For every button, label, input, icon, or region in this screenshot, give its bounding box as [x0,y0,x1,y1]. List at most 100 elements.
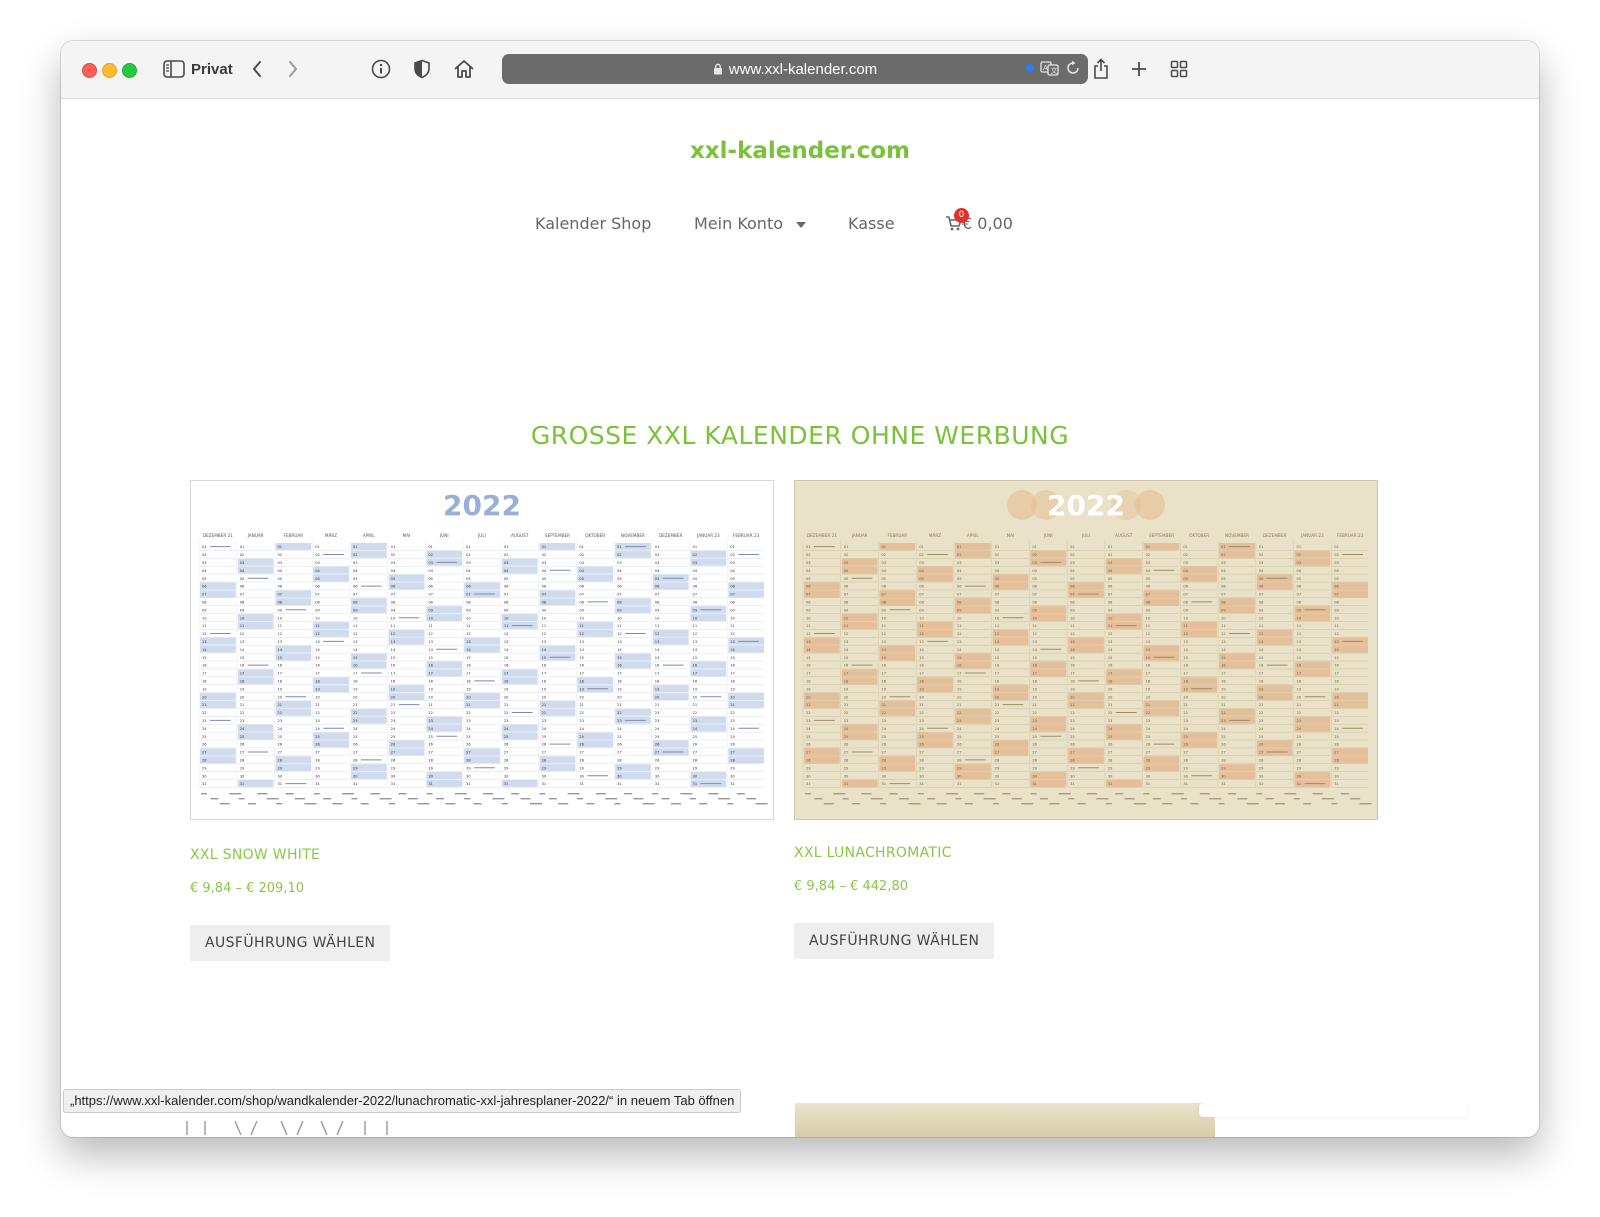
day-number: 19 [995,687,1000,691]
day-number: 07 [1032,593,1037,597]
day-number: 06 [881,585,886,589]
day-number: 12 [504,632,509,636]
day-number: 29 [1221,766,1226,770]
back-button[interactable] [247,55,267,83]
minimize-window-button[interactable] [102,63,117,78]
day-number: 05 [277,577,282,581]
select-options-button[interactable]: AUSFÜHRUNG WÄHLEN [190,925,391,961]
day-number: 14 [806,648,811,652]
day-number: 02 [919,553,924,557]
day-number: 20 [1032,695,1037,699]
day-number: 09 [1183,608,1188,612]
day-number: 08 [1032,601,1037,605]
address-bar[interactable]: www.xxl-kalender.com A 文 [502,54,1088,84]
day-number: 20 [881,695,886,699]
day-number: 13 [693,640,698,644]
day-number: 25 [428,735,433,739]
day-number: 08 [995,601,1000,605]
day-number: 16 [1108,664,1113,668]
day-number: 26 [655,743,660,747]
day-number: 16 [730,664,735,668]
footer-legend-text [1021,803,1034,805]
month-header: MÄRZ [929,533,941,538]
day-number: 15 [240,656,245,660]
day-number: 27 [844,751,849,755]
day-number: 01 [1297,545,1302,549]
day-number: 06 [1032,585,1037,589]
nav-item-account[interactable]: Mein Konto [694,214,807,233]
day-number: 31 [806,782,811,786]
day-number: 28 [542,759,547,763]
day-number: 28 [1032,759,1037,763]
day-number: 08 [353,601,358,605]
day-number: 08 [806,601,811,605]
footer-legend-text [1115,793,1124,795]
product-title[interactable]: XXL LUNACHROMATIC [794,845,952,861]
day-number: 01 [391,545,396,549]
day-number: 26 [391,743,396,747]
sidebar-toggle-button[interactable] [162,55,186,83]
day-number: 01 [240,545,245,549]
day-number: 20 [1259,695,1264,699]
day-number: 11 [881,624,886,628]
day-number: 31 [844,782,849,786]
new-tab-button[interactable] [1128,55,1150,83]
day-number: 11 [919,624,924,628]
day-number: 26 [353,743,358,747]
day-number: 07 [315,593,320,597]
day-number: 28 [1108,759,1113,763]
select-options-button[interactable]: AUSFÜHRUNG WÄHLEN [794,923,995,959]
footer-legend-text [1359,803,1372,805]
day-number: 12 [428,632,433,636]
day-number: 11 [693,624,698,628]
day-number: 26 [1221,743,1226,747]
day-number: 30 [844,774,849,778]
footer-legend-text [520,798,531,800]
tab-overview-button[interactable] [1168,55,1190,83]
day-number: 30 [617,774,622,778]
day-number: 02 [995,553,1000,557]
day-number: 07 [542,593,547,597]
product-image[interactable]: 2022 DEZEMBER 21 01 02 03 04 05 06 07 08 09 10 11 12 1… [794,480,1378,820]
day-number: 05 [579,577,584,581]
reload-icon[interactable] [1066,60,1080,76]
day-number: 26 [919,743,924,747]
day-number: 09 [579,608,584,612]
day-number: 02 [1146,553,1151,557]
zoom-window-button[interactable] [122,63,137,78]
footer-legend-text [823,803,834,805]
day-number: 14 [617,648,622,652]
sidebar-icon [163,60,185,78]
footer-legend-text [1134,803,1146,805]
product-image[interactable]: 2022 DEZEMBER 21 01 02 03 04 05 06 07 08 09 10 11 12 1… [190,480,774,820]
footer-legend-text [370,793,381,795]
footer-legend-text [389,803,395,805]
day-number: 24 [881,727,886,731]
day-number: 04 [315,569,320,573]
privacy-report-button[interactable] [411,55,433,83]
site-title[interactable]: xxl-kalender.com [61,138,1539,164]
nav-item-checkout[interactable]: Kasse [848,214,895,233]
day-number: 15 [1297,656,1302,660]
home-button[interactable] [452,55,476,83]
nav-item-shop[interactable]: Kalender Shop [535,214,651,233]
footer-legend-text [1058,793,1071,795]
day-number: 03 [240,561,245,565]
day-number: 04 [730,569,735,573]
product-title[interactable]: XXL SNOW WHITE [190,847,320,863]
site-info-button[interactable] [370,55,392,83]
day-number: 11 [353,624,358,628]
day-number: 30 [919,774,924,778]
share-button[interactable] [1090,55,1112,83]
day-number: 04 [881,569,886,573]
day-number: 28 [579,759,584,763]
translate-icon[interactable]: A 文 [1040,60,1060,76]
close-window-button[interactable] [82,63,97,78]
footer-legend-text [718,798,730,800]
forward-button[interactable] [283,55,303,83]
lock-icon [713,63,722,75]
day-number: 17 [844,672,849,676]
day-number: 15 [806,656,811,660]
day-number: 13 [542,640,547,644]
day-number: 16 [1297,664,1302,668]
